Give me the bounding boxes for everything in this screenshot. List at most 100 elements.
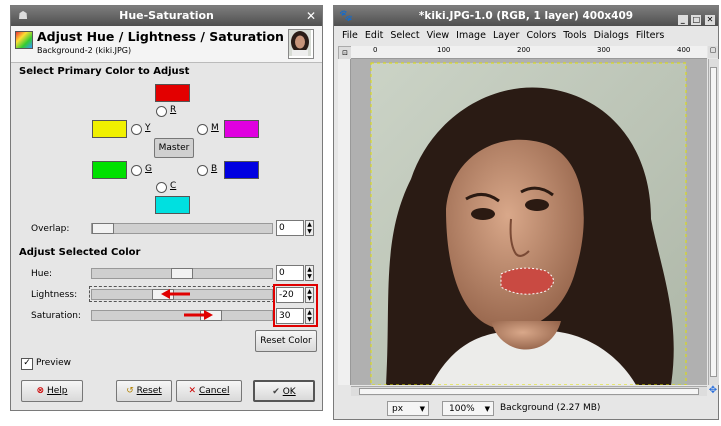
section-select-primary: Select Primary Color to Adjust (19, 66, 190, 77)
window-controls[interactable]: _ □ ✕ (677, 9, 715, 29)
zoom-dropdown-icon: ▼ (484, 405, 490, 413)
horizontal-ruler[interactable]: 0 100 200 300 400 (351, 46, 707, 59)
image-window: 🐾 *kiki.JPG-1.0 (RGB, 1 layer) 400x409 _… (333, 5, 719, 420)
ruler-tick-0: 0 (373, 46, 378, 54)
dialog-header: Adjust Hue / Lightness / Saturation Back… (11, 26, 322, 63)
ok-button[interactable]: ✔ OK (253, 380, 315, 402)
hue-slider-thumb[interactable] (171, 268, 193, 279)
gimp-icon[interactable]: 🐾 (339, 9, 353, 23)
ruler-tick-100: 100 (437, 46, 451, 54)
cancel-button[interactable]: ✕ Cancel (176, 380, 242, 402)
navigate-icon[interactable]: ✥ (708, 386, 718, 396)
menu-file[interactable]: File (342, 30, 358, 41)
lightness-label: Lightness: (31, 290, 78, 300)
maximize-icon[interactable]: □ (691, 15, 702, 25)
cancel-icon: ✕ (188, 386, 197, 396)
preview-checkbox[interactable]: ✓ (21, 358, 33, 370)
yellow-swatch[interactable] (92, 120, 127, 138)
minimize-icon[interactable]: _ (677, 15, 688, 25)
hue-spin-arrows[interactable]: ▲ ▼ (305, 265, 314, 281)
green-radio[interactable] (131, 165, 142, 176)
navigate-icon-top[interactable]: ▢ (708, 46, 718, 58)
green-label: G (145, 164, 152, 174)
help-icon: ⊗ (36, 386, 45, 396)
overlap-slider-thumb[interactable] (92, 223, 114, 234)
window-menu-icon[interactable]: ☗ (16, 9, 30, 23)
dialog-heading: Adjust Hue / Lightness / Saturation (37, 29, 284, 44)
ruler-tick-200: 200 (517, 46, 531, 54)
cyan-swatch[interactable] (155, 196, 190, 214)
saturation-label: Saturation: (31, 311, 81, 321)
yellow-label: Y (145, 123, 151, 133)
cancel-button-label: Cancel (198, 386, 230, 396)
unit-value: px (392, 404, 404, 414)
dialog-titlebar[interactable]: ☗ Hue-Saturation ✕ (11, 6, 322, 26)
image-window-title: *kiki.JPG-1.0 (RGB, 1 layer) 400x409 (418, 10, 634, 22)
ok-button-label: OK (282, 387, 296, 397)
cyan-label: C (170, 181, 177, 191)
ruler-tick-400: 400 (677, 46, 691, 54)
green-swatch[interactable] (92, 161, 127, 179)
saturation-slider[interactable] (91, 310, 273, 321)
reset-icon: ↺ (126, 386, 134, 396)
menu-filters[interactable]: Filters (636, 30, 664, 41)
zoom-selector[interactable]: 100% ▼ (442, 401, 494, 416)
close-icon[interactable]: ✕ (306, 6, 316, 26)
cyan-radio[interactable] (156, 182, 167, 193)
highlight-box (273, 284, 318, 327)
overlap-spin-arrows[interactable]: ▲ ▼ (305, 220, 314, 236)
preview-label: Preview (36, 358, 72, 368)
master-button[interactable]: Master (154, 138, 194, 158)
overlap-spinbox[interactable]: 0 (276, 220, 304, 236)
magenta-radio[interactable] (197, 124, 208, 135)
hue-spinbox[interactable]: 0 (276, 265, 304, 281)
reset-button[interactable]: ↺ Reset (116, 380, 172, 402)
help-button[interactable]: ⊗ Help (21, 380, 83, 402)
hue-saturation-tool-icon (15, 31, 33, 49)
status-text: Background (2.27 MB) (500, 403, 601, 413)
unit-selector[interactable]: px ▼ (387, 401, 429, 416)
ok-icon: ✔ (272, 387, 280, 397)
reset-color-button[interactable]: Reset Color (255, 330, 317, 352)
red-radio[interactable] (156, 106, 167, 117)
dialog-subheading: Background-2 (kiki.JPG) (37, 46, 132, 55)
blue-label: B (211, 164, 218, 174)
horizontal-scroll-thumb[interactable] (359, 388, 699, 395)
status-bar: px ▼ 100% ▼ Background (2.27 MB) (334, 397, 718, 419)
overlap-label: Overlap: (31, 224, 70, 234)
blue-swatch[interactable] (224, 161, 259, 179)
yellow-radio[interactable] (131, 124, 142, 135)
image-canvas[interactable] (351, 59, 707, 385)
menu-dialogs[interactable]: Dialogs (594, 30, 629, 41)
hue-slider[interactable] (91, 268, 273, 279)
section-adjust-selected: Adjust Selected Color (19, 247, 141, 258)
hue-label: Hue: (31, 269, 53, 279)
magenta-swatch[interactable] (224, 120, 259, 138)
image-titlebar[interactable]: 🐾 *kiki.JPG-1.0 (RGB, 1 layer) 400x409 _… (334, 6, 718, 26)
arrow-right-annotation (184, 310, 213, 320)
menu-tools[interactable]: Tools (563, 30, 586, 41)
dialog-title: Hue-Saturation (119, 9, 214, 22)
vertical-scrollbar[interactable] (708, 59, 719, 385)
menu-colors[interactable]: Colors (526, 30, 556, 41)
red-label: R (170, 105, 177, 115)
menu-select[interactable]: Select (390, 30, 419, 41)
vertical-ruler[interactable] (338, 59, 351, 385)
menu-view[interactable]: View (427, 30, 450, 41)
red-swatch[interactable] (155, 84, 190, 102)
help-button-label: Help (46, 386, 68, 396)
menu-layer[interactable]: Layer (493, 30, 520, 41)
vertical-scroll-thumb[interactable] (710, 67, 717, 377)
ruler-corner[interactable]: ⊡ (338, 46, 352, 60)
overlap-slider[interactable] (91, 223, 273, 234)
horizontal-scrollbar[interactable] (351, 386, 707, 396)
lip-selection (500, 267, 554, 295)
close-icon[interactable]: ✕ (705, 15, 715, 25)
photo (370, 62, 687, 385)
hue-saturation-dialog: ☗ Hue-Saturation ✕ Adjust Hue / Lightnes… (10, 5, 323, 411)
menu-edit[interactable]: Edit (365, 30, 383, 41)
ruler-tick-300: 300 (597, 46, 611, 54)
menu-image[interactable]: Image (456, 30, 486, 41)
blue-radio[interactable] (197, 165, 208, 176)
unit-dropdown-icon: ▼ (419, 405, 425, 413)
